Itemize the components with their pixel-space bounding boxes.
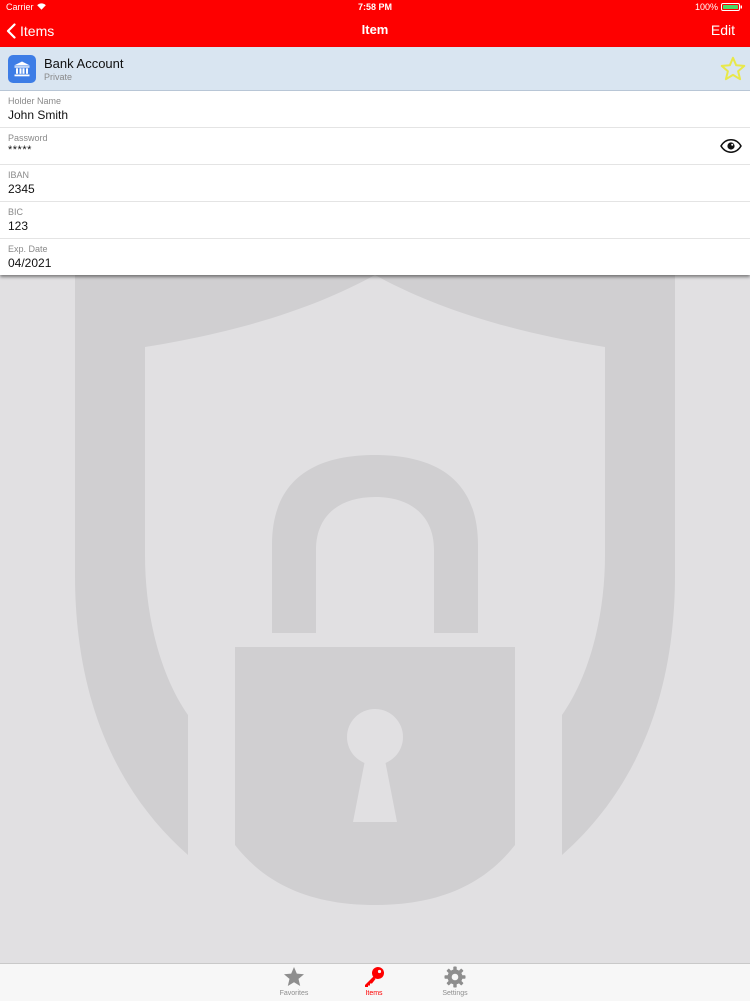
field-label: Password [8, 133, 48, 143]
field-value: John Smith [8, 108, 69, 122]
nav-bar: Items Item Edit [0, 14, 750, 47]
status-bar: Carrier 7:58 PM 100% [0, 0, 750, 14]
tab-label: Settings [442, 990, 468, 997]
field-iban: IBAN 2345 [0, 165, 750, 202]
tab-items[interactable]: Items [344, 964, 404, 1001]
field-label: Exp. Date [8, 244, 48, 254]
item-category: Private [44, 72, 73, 82]
favorite-star-icon[interactable] [720, 56, 746, 82]
header: Carrier 7:58 PM 100% Items Item Edit [0, 0, 750, 47]
item-title: Bank Account [44, 56, 124, 71]
password-value: ***** [8, 144, 32, 156]
field-value: 123 [8, 219, 29, 233]
bank-icon [8, 55, 36, 83]
field-value: 2345 [8, 182, 35, 196]
field-holder-name: Holder Name John Smith [0, 91, 750, 128]
field-value: 04/2021 [8, 256, 52, 270]
eye-icon[interactable] [720, 139, 742, 153]
item-detail-card: Bank Account Private Holder Name John Sm… [0, 47, 750, 275]
item-header: Bank Account Private [0, 47, 750, 91]
shield-lock-watermark-icon [75, 275, 675, 905]
tab-label: Favorites [279, 990, 309, 997]
gear-icon [444, 966, 466, 988]
field-label: BIC [8, 207, 24, 217]
field-exp-date: Exp. Date 04/2021 [0, 239, 750, 275]
tab-label: Items [365, 990, 383, 997]
tab-favorites[interactable]: Favorites [264, 964, 324, 1001]
tab-settings[interactable]: Settings [425, 964, 485, 1001]
tab-bar: Favorites Items Settings [0, 963, 750, 1001]
field-label: Holder Name [8, 96, 62, 106]
field-password: Password ***** [0, 128, 750, 165]
battery-icon [721, 3, 742, 11]
bank-building-icon [14, 61, 30, 77]
status-time: 7:58 PM [357, 2, 392, 12]
page-title: Item [361, 22, 389, 37]
battery-percent: 100% [694, 2, 718, 12]
star-icon [284, 967, 304, 986]
edit-button[interactable]: Edit [711, 22, 735, 38]
key-icon [365, 967, 384, 987]
field-bic: BIC 123 [0, 202, 750, 239]
field-label: IBAN [8, 170, 30, 180]
